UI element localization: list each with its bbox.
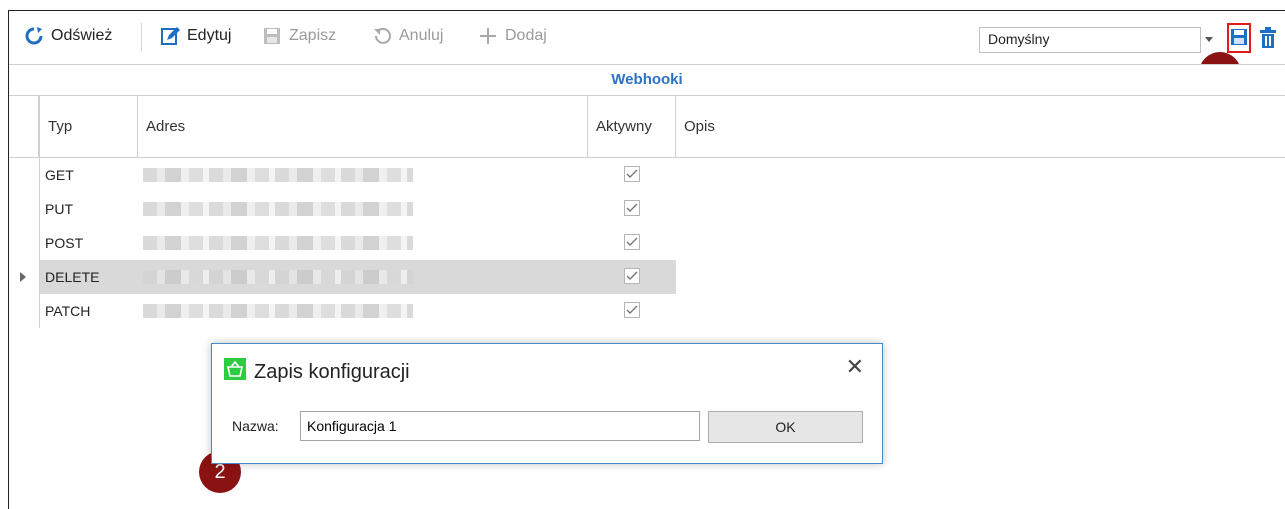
edit-button[interactable]: Edytuj [159, 23, 231, 49]
plus-icon [477, 25, 499, 47]
cancel-button[interactable]: Anuluj [371, 23, 443, 49]
name-label: Nazwa: [232, 418, 279, 434]
active-checkbox[interactable] [624, 200, 640, 216]
table-row[interactable]: PATCH [9, 294, 1285, 328]
edit-label: Edytuj [187, 27, 232, 44]
column-header-adres[interactable]: Adres [138, 96, 588, 158]
cell-typ: GET [39, 158, 138, 192]
toolbar: Odśwież Edytuj Zapisz Anuluj Dodaj Domyś… [9, 11, 1285, 94]
toolbar-separator [141, 23, 142, 51]
basket-icon [224, 358, 246, 386]
table-row[interactable]: PUT [9, 192, 1285, 226]
grid-title: Webhooki [9, 64, 1285, 96]
active-checkbox[interactable] [624, 166, 640, 182]
save-button[interactable]: Zapisz [261, 23, 336, 49]
refresh-button[interactable]: Odśwież [23, 23, 112, 49]
column-header-opis[interactable]: Opis [676, 96, 1285, 158]
cell-typ: DELETE [39, 260, 138, 294]
edit-icon [159, 25, 181, 47]
row-indicator-header [9, 96, 39, 158]
floppy-disk-icon [1230, 27, 1248, 50]
check-icon [626, 237, 638, 246]
row-pointer-icon [20, 272, 26, 282]
active-checkbox[interactable] [624, 268, 640, 284]
table-row[interactable]: POST [9, 226, 1285, 260]
cell-adres-redacted [143, 270, 413, 284]
check-icon [626, 271, 638, 280]
save-configuration-dialog: Zapis konfiguracji ✕ Nazwa: OK [211, 343, 883, 464]
cell-typ: PUT [39, 192, 138, 226]
delete-configuration-button[interactable] [1255, 25, 1281, 53]
name-field[interactable] [300, 411, 700, 441]
cell-typ: PATCH [39, 294, 138, 328]
trash-icon [1259, 26, 1277, 52]
active-checkbox[interactable] [624, 302, 640, 318]
check-icon [626, 305, 638, 314]
save-configuration-button[interactable] [1227, 23, 1251, 53]
table-row[interactable]: DELETE [9, 260, 1285, 294]
table-row[interactable]: GET [9, 158, 1285, 192]
column-header-typ[interactable]: Typ [39, 96, 138, 158]
cell-adres-redacted [143, 202, 413, 216]
refresh-icon [23, 25, 45, 47]
chevron-down-icon[interactable] [1205, 37, 1213, 42]
save-label: Zapisz [289, 27, 337, 44]
cancel-label: Anuluj [399, 27, 444, 44]
floppy-disk-icon [261, 25, 283, 47]
cell-adres-redacted [143, 304, 413, 318]
active-checkbox[interactable] [624, 234, 640, 250]
add-label: Dodaj [505, 27, 547, 44]
cell-typ: POST [39, 226, 138, 260]
refresh-label: Odśwież [51, 27, 113, 44]
column-header-aktywny[interactable]: Aktywny [588, 96, 676, 158]
cell-adres-redacted [143, 236, 413, 250]
layout-select-value: Domyślny [988, 31, 1050, 47]
undo-icon [371, 25, 393, 47]
dialog-title: Zapis konfiguracji [224, 358, 410, 386]
layout-select[interactable]: Domyślny [979, 27, 1201, 53]
ok-button[interactable]: OK [708, 411, 863, 443]
cell-adres-redacted [143, 168, 413, 182]
check-icon [626, 203, 638, 212]
add-button[interactable]: Dodaj [477, 23, 547, 49]
close-icon[interactable]: ✕ [846, 354, 864, 380]
dialog-title-text: Zapis konfiguracji [254, 360, 410, 383]
check-icon [626, 169, 638, 178]
